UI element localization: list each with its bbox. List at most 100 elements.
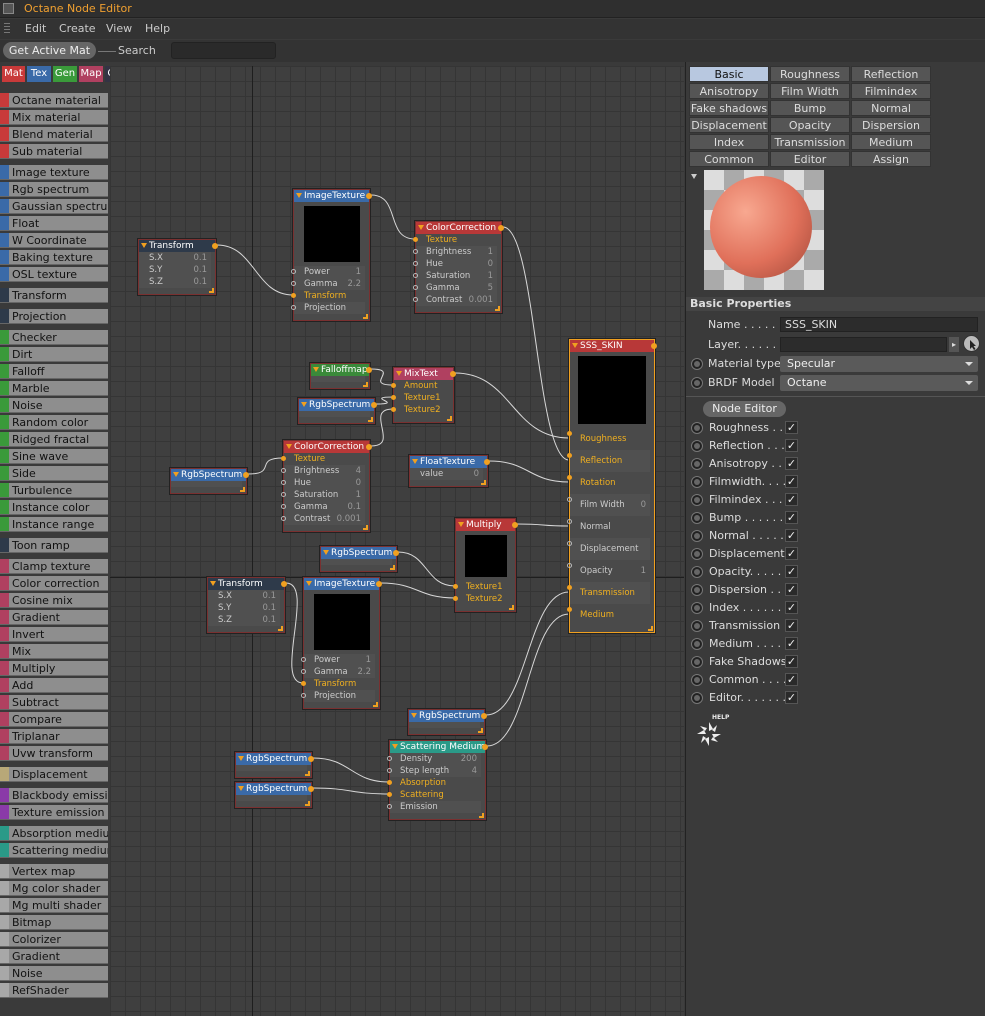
- node-param[interactable]: Medium: [567, 604, 650, 626]
- channel-radio[interactable]: [691, 656, 703, 668]
- collapse-arrow-icon[interactable]: [296, 193, 302, 198]
- node-param[interactable]: Density 200: [387, 753, 481, 765]
- resize-handle[interactable]: [648, 626, 653, 631]
- node-cc1[interactable]: ColorCorrection Texture Brightness 1 Hue 0 Sat…: [413, 221, 504, 313]
- node-param[interactable]: Projection: [291, 302, 365, 314]
- brdf-model-select[interactable]: Octane: [780, 375, 978, 391]
- palette-item[interactable]: Colorizer: [0, 932, 108, 947]
- channel-checkbox[interactable]: ✓: [785, 583, 798, 596]
- node-param[interactable]: Saturation 1: [281, 489, 365, 501]
- wire[interactable]: [285, 582, 304, 684]
- output-port[interactable]: [498, 225, 504, 231]
- palette-item[interactable]: Sine wave: [0, 449, 108, 464]
- palette-item[interactable]: Float: [0, 216, 108, 231]
- node-param[interactable]: Hue 0: [281, 477, 365, 489]
- node-header[interactable]: RgbSpectrum: [409, 710, 487, 722]
- node-editor-button[interactable]: Node Editor: [703, 401, 786, 417]
- channel-checkbox[interactable]: ✓: [785, 601, 798, 614]
- tab-dispersion[interactable]: Dispersion: [851, 117, 931, 133]
- node-param[interactable]: Roughness: [567, 428, 650, 450]
- collapse-arrow-icon[interactable]: [572, 343, 578, 348]
- node-param[interactable]: Hue 0: [413, 258, 497, 270]
- node-header[interactable]: ColorCorrection: [284, 441, 372, 453]
- tab-bump[interactable]: Bump: [770, 100, 850, 116]
- node-param[interactable]: Film Width 0: [567, 494, 650, 516]
- collapse-arrow-icon[interactable]: [141, 243, 147, 248]
- node-canvas[interactable]: Transform S.X 0.1 S.Y 0.1 S.Z 0.1 ImageTexture P…: [110, 66, 684, 1016]
- channel-checkbox[interactable]: ✓: [785, 547, 798, 560]
- channel-checkbox[interactable]: ✓: [785, 655, 798, 668]
- menu-help[interactable]: Help: [145, 22, 170, 35]
- palette-item[interactable]: Octane material: [0, 93, 108, 108]
- palette-item[interactable]: Mg color shader: [0, 881, 108, 896]
- output-port[interactable]: [243, 472, 249, 478]
- node-cc2[interactable]: ColorCorrection Texture Brightness 4 Hue 0 Sat…: [281, 440, 372, 532]
- resize-handle[interactable]: [478, 728, 483, 733]
- palette-item[interactable]: Checker: [0, 330, 108, 345]
- node-rgb2[interactable]: RgbSpectrum: [170, 468, 249, 494]
- menu-view[interactable]: View: [106, 22, 132, 35]
- tab-medium[interactable]: Medium: [851, 134, 931, 150]
- tab-displacement[interactable]: Displacement: [689, 117, 769, 133]
- palette-item[interactable]: Clamp texture: [0, 559, 108, 574]
- node-material[interactable]: SSS_SKIN Roughness Reflection Rotation Film …: [567, 339, 657, 633]
- node-param[interactable]: S.X 0.1: [208, 590, 280, 602]
- node-floattex[interactable]: FloatTexture value 0: [409, 455, 490, 487]
- palette-item[interactable]: Side: [0, 466, 108, 481]
- output-port[interactable]: [366, 444, 372, 450]
- resize-handle[interactable]: [363, 525, 368, 530]
- channel-radio[interactable]: [691, 530, 703, 542]
- channel-checkbox[interactable]: ✓: [785, 421, 798, 434]
- palette-item[interactable]: Triplanar: [0, 729, 108, 744]
- collapse-arrow-icon[interactable]: [411, 713, 417, 718]
- search-input[interactable]: [171, 42, 276, 59]
- palette-item[interactable]: Ridged fractal: [0, 432, 108, 447]
- palette-item[interactable]: W Coordinate: [0, 233, 108, 248]
- output-port[interactable]: [376, 581, 382, 587]
- resize-handle[interactable]: [209, 288, 214, 293]
- palette-item[interactable]: Invert: [0, 627, 108, 642]
- channel-radio[interactable]: [691, 620, 703, 632]
- output-port[interactable]: [371, 402, 377, 408]
- node-header[interactable]: RgbSpectrum: [299, 399, 377, 411]
- wire[interactable]: [312, 787, 390, 795]
- node-header[interactable]: ImageTexture: [294, 190, 372, 202]
- tab-anisotropy[interactable]: Anisotropy: [689, 83, 769, 99]
- wire[interactable]: [486, 613, 570, 747]
- layer-arrow-icon[interactable]: ▸: [949, 337, 959, 352]
- output-port[interactable]: [482, 744, 488, 750]
- wire[interactable]: [397, 551, 456, 587]
- node-image1[interactable]: ImageTexture Power 1 Gamma 2.2 Transform Proje…: [291, 189, 372, 321]
- node-param[interactable]: Reflection: [567, 450, 650, 472]
- channel-radio[interactable]: [691, 692, 703, 704]
- category-map[interactable]: Map: [79, 66, 103, 82]
- output-port[interactable]: [308, 786, 314, 792]
- node-header[interactable]: ColorCorrection: [416, 222, 504, 234]
- node-transform1[interactable]: Transform S.X 0.1 S.Y 0.1 S.Z 0.1: [138, 239, 218, 295]
- node-param[interactable]: Contrast 0.001: [413, 294, 497, 306]
- palette-item[interactable]: Sub material: [0, 144, 108, 159]
- channel-radio[interactable]: [691, 494, 703, 506]
- channel-checkbox[interactable]: ✓: [785, 493, 798, 506]
- channel-radio[interactable]: [691, 602, 703, 614]
- resize-handle[interactable]: [495, 306, 500, 311]
- output-port[interactable]: [512, 522, 518, 528]
- palette-item[interactable]: Baking texture: [0, 250, 108, 265]
- output-port[interactable]: [366, 367, 372, 373]
- node-header[interactable]: RgbSpectrum: [236, 753, 314, 765]
- tab-roughness[interactable]: Roughness: [770, 66, 850, 82]
- node-param[interactable]: Scattering: [387, 789, 481, 801]
- node-param[interactable]: S.Z 0.1: [208, 614, 280, 626]
- tab-index[interactable]: Index: [689, 134, 769, 150]
- collapse-arrow-icon[interactable]: [238, 786, 244, 791]
- channel-radio[interactable]: [691, 566, 703, 578]
- output-port[interactable]: [484, 459, 490, 465]
- collapse-arrow-icon[interactable]: [286, 444, 292, 449]
- node-param[interactable]: S.X 0.1: [139, 252, 211, 264]
- palette-item[interactable]: Cosine mix: [0, 593, 108, 608]
- collapse-arrow-icon[interactable]: [392, 744, 398, 749]
- node-multiply[interactable]: Multiply Texture1 Texture2: [453, 518, 518, 612]
- node-param[interactable]: Brightness 1: [413, 246, 497, 258]
- palette-item[interactable]: Uvw transform: [0, 746, 108, 761]
- collapse-arrow-icon[interactable]: [396, 371, 402, 376]
